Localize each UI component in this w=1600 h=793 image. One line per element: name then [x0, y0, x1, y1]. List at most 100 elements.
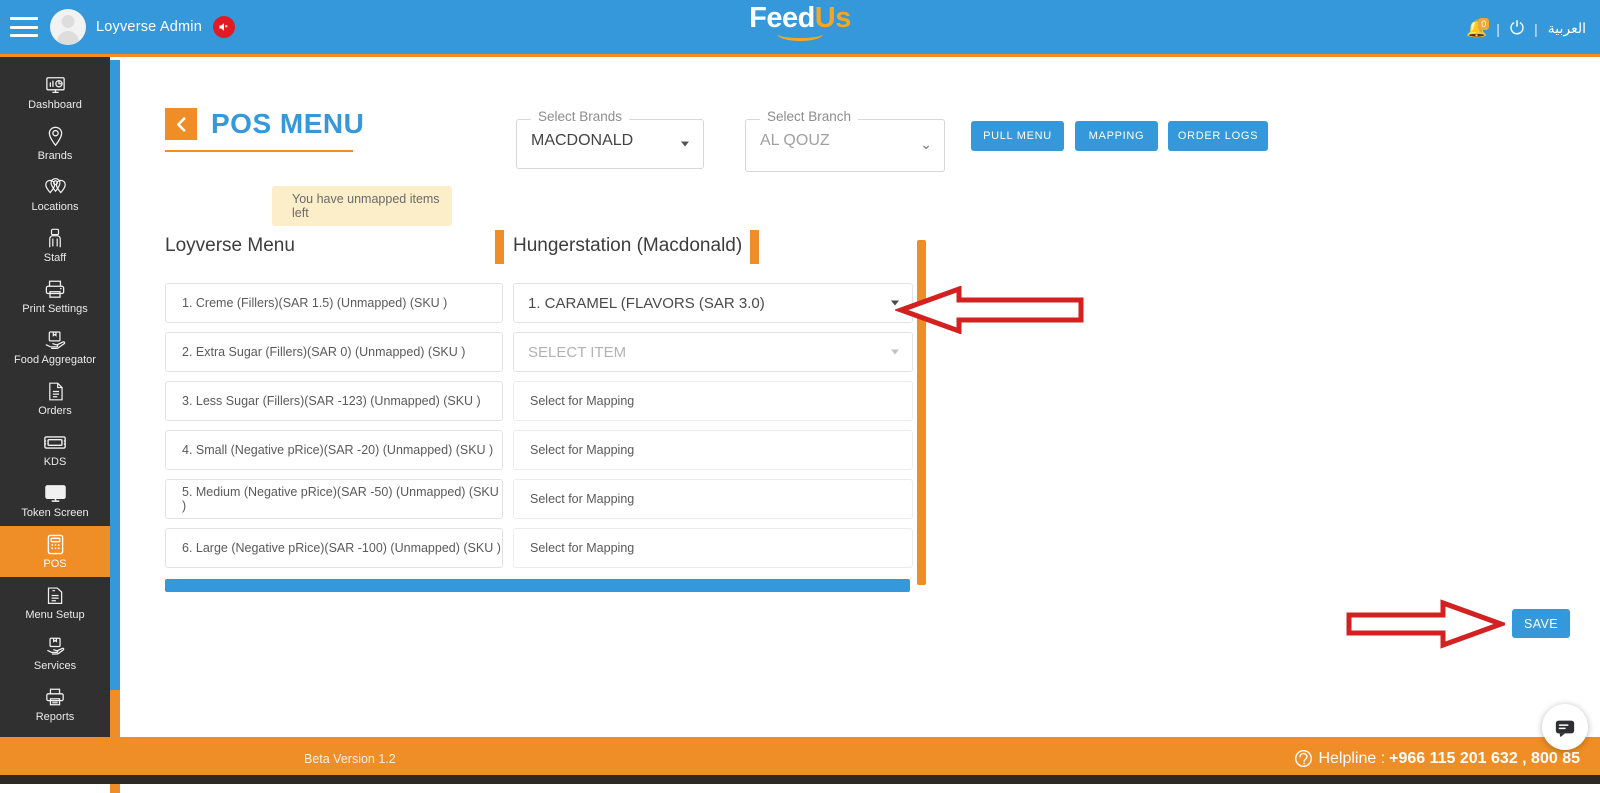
select-branch-field[interactable]: Select Branch AL QOUZ ⌄: [745, 119, 945, 172]
sidebar-nav: Dashboard Brands Locations: [0, 57, 110, 737]
mapping-select-placeholder: Select for Mapping: [530, 394, 634, 408]
caret-down-icon: [891, 350, 899, 355]
header-separator-2: |: [1534, 21, 1538, 37]
menu-list-icon: [45, 584, 66, 606]
back-button[interactable]: [165, 108, 197, 140]
app-logo: FeedUs: [749, 4, 851, 41]
kds-screen-icon: [43, 431, 67, 453]
locations-pins-icon: [44, 176, 67, 198]
speaker-mute-glyph: [218, 21, 230, 33]
mapping-select-placeholder: Select for Mapping: [530, 492, 634, 506]
select-brands-legend: Select Brands: [531, 109, 629, 124]
loyverse-item-cell: 6. Large (Negative pRice)(SAR -100) (Unm…: [165, 528, 503, 568]
hungerstation-menu-header: Hungerstation (Macdonald): [513, 235, 742, 257]
notification-count-badge: 0: [1478, 18, 1489, 30]
column-divider-tab-right: [750, 230, 759, 264]
mapping-select-4[interactable]: Select for Mapping: [513, 430, 913, 470]
sidebar-item-pos[interactable]: POS: [0, 526, 110, 577]
loyverse-item-cell: 3. Less Sugar (Fillers)(SAR -123) (Unmap…: [165, 381, 503, 421]
sidebar-item-label: Token Screen: [21, 507, 88, 519]
sidebar-item-print-settings[interactable]: Print Settings: [0, 271, 110, 322]
save-button[interactable]: SAVE: [1512, 609, 1570, 638]
select-brands-field[interactable]: Select Brands MACDONALD: [516, 119, 704, 169]
services-box-icon: [45, 635, 66, 657]
page-header: POS MENU: [165, 108, 364, 140]
muted-speaker-icon[interactable]: [213, 16, 235, 38]
sidebar-item-label: Staff: [44, 252, 66, 264]
mapping-panel: Loyverse Menu Hungerstation (Macdonald) …: [165, 235, 960, 593]
sidebar-item-brands[interactable]: Brands: [0, 118, 110, 169]
main-content: POS MENU Select Brands MACDONALD Select …: [120, 60, 1600, 737]
avatar[interactable]: [50, 9, 86, 45]
logo-text-primary: Feed: [749, 2, 815, 34]
chevron-down-icon[interactable]: ⌄: [920, 135, 932, 152]
sidebar-item-label: POS: [43, 558, 66, 570]
food-delivery-hand-icon: [44, 329, 67, 351]
table-row: 4. Small (Negative pRice)(SAR -20) (Unma…: [165, 430, 925, 470]
dashboard-monitor-icon: [45, 74, 66, 96]
order-document-icon: [46, 380, 65, 402]
mapping-button[interactable]: MAPPING: [1075, 121, 1158, 151]
app-root: Loyverse Admin FeedUs 🔔 0 | ⏻ | العربية: [0, 0, 1600, 793]
top-header: Loyverse Admin FeedUs 🔔 0 | ⏻ | العربية: [0, 0, 1600, 57]
mapping-select-3[interactable]: Select for Mapping: [513, 381, 913, 421]
language-switch-link[interactable]: العربية: [1548, 20, 1586, 37]
caret-down-icon[interactable]: [681, 142, 689, 147]
sidebar-item-menu-setup[interactable]: Menu Setup: [0, 577, 110, 628]
bell-icon[interactable]: 🔔 0: [1466, 19, 1486, 39]
sidebar-item-label: Food Aggregator: [14, 354, 96, 366]
printer-icon: [44, 278, 66, 300]
sidebar-item-label: Menu Setup: [25, 609, 84, 621]
sidebar-item-label: Services: [34, 660, 76, 672]
mapping-select-1[interactable]: 1. CARAMEL (FLAVORS (SAR 3.0): [513, 283, 913, 323]
sidebar-item-label: Reports: [36, 711, 75, 723]
sidebar-item-food-aggregator[interactable]: Food Aggregator: [0, 322, 110, 373]
sidebar-item-label: Print Settings: [22, 303, 87, 315]
sidebar-item-dashboard[interactable]: Dashboard: [0, 67, 110, 118]
mapping-select-6[interactable]: Select for Mapping: [513, 528, 913, 568]
page-title-underline: [165, 150, 353, 152]
helpline-label: Helpline :: [1318, 750, 1385, 768]
chat-widget-button[interactable]: [1542, 704, 1588, 750]
sidebar-item-locations[interactable]: Locations: [0, 169, 110, 220]
header-separator-1: |: [1496, 21, 1500, 37]
helpline-block: Helpline : +966 115 201 632 , 800 85: [1294, 749, 1580, 768]
beta-version-label: Beta Version 1.2: [304, 752, 396, 766]
unmapped-warning-text: You have unmapped items left: [292, 192, 452, 220]
sidebar-item-staff[interactable]: Staff: [0, 220, 110, 271]
sidebar-item-orders[interactable]: Orders: [0, 373, 110, 424]
logo-text-secondary: Us: [815, 2, 851, 34]
hamburger-icon[interactable]: [10, 17, 38, 37]
order-logs-button[interactable]: ORDER LOGS: [1168, 121, 1268, 151]
select-branch-legend: Select Branch: [760, 109, 858, 124]
mapping-select-2[interactable]: SELECT ITEM: [513, 332, 913, 372]
sidebar-item-kds[interactable]: KDS: [0, 424, 110, 475]
sidebar-item-token-screen[interactable]: Token Screen: [0, 475, 110, 526]
red-arrow-left-icon: [895, 286, 1085, 334]
loyverse-item-cell: 5. Medium (Negative pRice)(SAR -50) (Unm…: [165, 479, 503, 519]
table-row: 1. Creme (Fillers)(SAR 1.5) (Unmapped) (…: [165, 283, 925, 323]
sidebar-item-label: Orders: [38, 405, 72, 417]
sidebar-item-label: KDS: [44, 456, 67, 468]
table-row: 6. Large (Negative pRice)(SAR -100) (Unm…: [165, 528, 925, 568]
loyverse-item-cell: 4. Small (Negative pRice)(SAR -20) (Unma…: [165, 430, 503, 470]
page-title: POS MENU: [211, 108, 364, 140]
table-row: 5. Medium (Negative pRice)(SAR -50) (Unm…: [165, 479, 925, 519]
pos-terminal-icon: [46, 533, 65, 555]
mapping-select-placeholder: SELECT ITEM: [528, 344, 626, 361]
column-divider-tab-left: [495, 230, 504, 264]
horizontal-scrollbar[interactable]: [165, 579, 910, 592]
power-icon[interactable]: ⏻: [1510, 18, 1524, 39]
sidebar-item-reports[interactable]: Reports: [0, 679, 110, 730]
monitor-icon: [44, 482, 67, 504]
chevron-left-icon: [174, 116, 189, 133]
header-right-cluster: 🔔 0 | ⏻ | العربية: [1466, 0, 1586, 57]
sidebar-item-label: Locations: [31, 201, 78, 213]
map-pin-icon: [46, 125, 65, 147]
mapping-select-placeholder: Select for Mapping: [530, 443, 634, 457]
headset-support-icon: [1294, 749, 1313, 768]
mapping-select-5[interactable]: Select for Mapping: [513, 479, 913, 519]
sidebar-item-services[interactable]: Services: [0, 628, 110, 679]
pull-menu-button[interactable]: PULL MENU: [971, 121, 1064, 151]
loyverse-item-cell: 2. Extra Sugar (Fillers)(SAR 0) (Unmappe…: [165, 332, 503, 372]
